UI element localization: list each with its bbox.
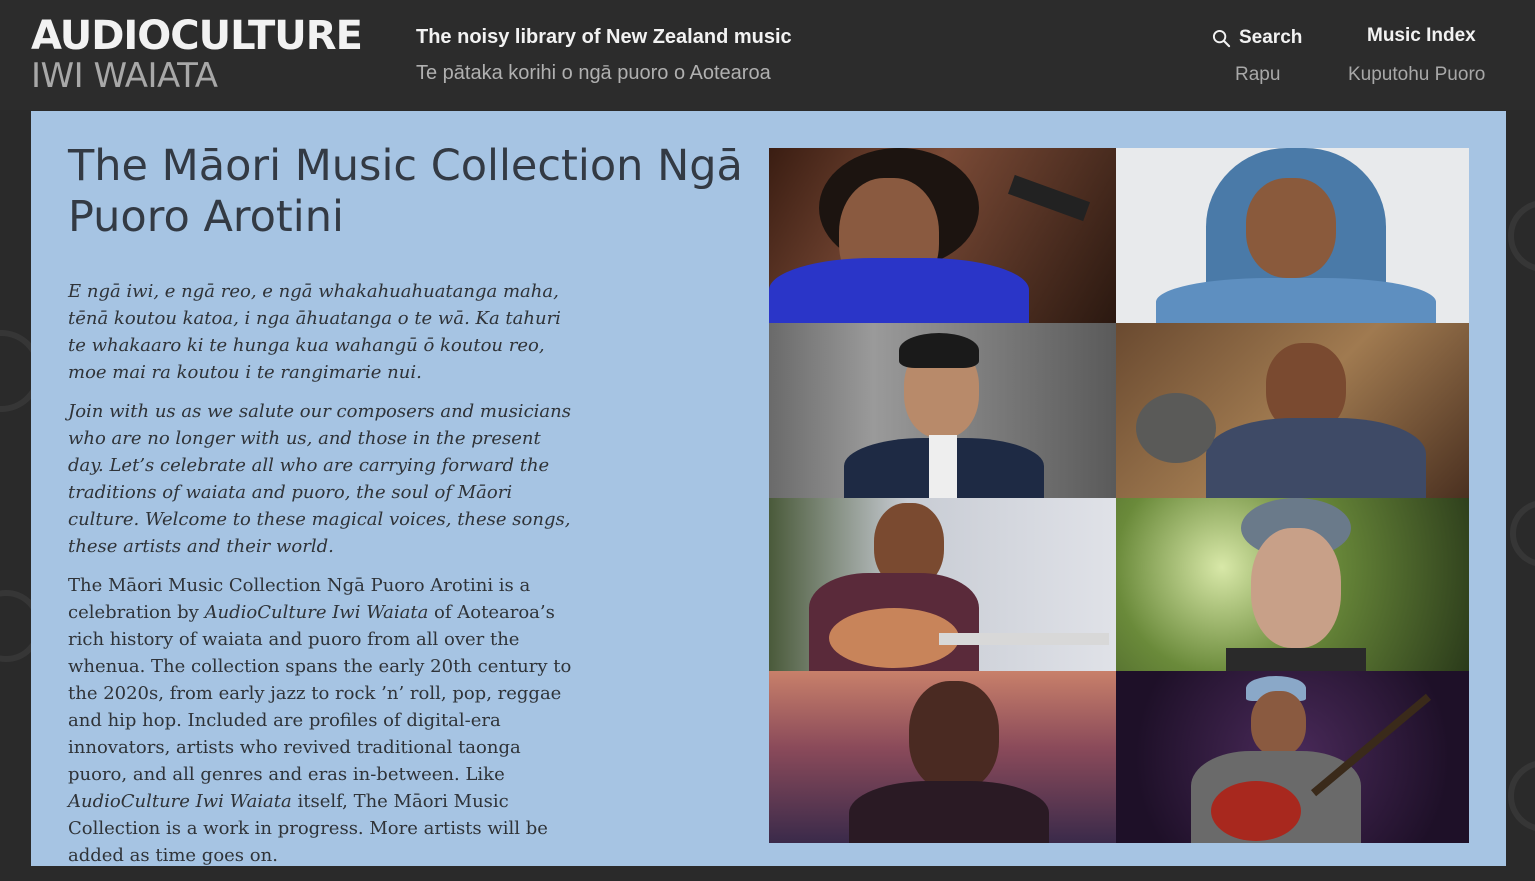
artist-photo[interactable] [769, 323, 1116, 498]
artist-photo[interactable] [769, 148, 1116, 323]
artist-photo[interactable] [1116, 148, 1469, 323]
intro-paragraph-maori: E ngā iwi, e ngā reo, e ngā whakahuahuat… [68, 281, 561, 383]
tagline-english: The noisy library of New Zealand music [416, 26, 792, 48]
intro-paragraph-english: Join with us as we salute our composers … [68, 401, 571, 557]
background-pattern [1508, 760, 1535, 832]
search-nav-link[interactable]: Search [1212, 25, 1302, 51]
body-text-part: of Aotearoa’s rich history of waiata and… [68, 602, 572, 785]
site-logo-subtitle[interactable]: IWI WAIATA [31, 56, 218, 96]
artist-photo[interactable] [1116, 323, 1469, 498]
artist-photo-grid [769, 148, 1469, 843]
artist-photo[interactable] [1116, 671, 1469, 843]
music-index-nav-link[interactable]: Music Index [1367, 25, 1476, 47]
site-logo[interactable]: AUDIOCULTURE [31, 12, 363, 60]
tagline-maori: Te pātaka korihi o ngā puoro o Aotearoa [416, 62, 771, 84]
music-index-sublabel[interactable]: Kuputohu Puoro [1348, 64, 1485, 86]
body-emphasis: AudioCulture Iwi Waiata [68, 791, 292, 812]
search-label: Search [1239, 27, 1303, 48]
page-title: The Māori Music Collection Ngā Puoro Aro… [68, 141, 743, 242]
site-header: AUDIOCULTURE IWI WAIATA The noisy librar… [0, 0, 1535, 110]
artist-photo[interactable] [1116, 498, 1469, 671]
body-paragraph: The Māori Music Collection Ngā Puoro Aro… [68, 572, 573, 869]
background-pattern [1510, 500, 1535, 567]
artist-photo[interactable] [769, 671, 1116, 843]
body-emphasis: AudioCulture Iwi Waiata [204, 602, 429, 623]
collection-panel: The Māori Music Collection Ngā Puoro Aro… [31, 111, 1506, 866]
search-sublabel[interactable]: Rapu [1235, 64, 1280, 86]
music-index-label: Music Index [1367, 25, 1476, 46]
search-icon [1212, 29, 1231, 47]
artist-photo[interactable] [769, 498, 1116, 671]
background-pattern [1508, 200, 1535, 272]
collection-description: E ngā iwi, e ngā reo, e ngā whakahuahuat… [68, 278, 573, 881]
